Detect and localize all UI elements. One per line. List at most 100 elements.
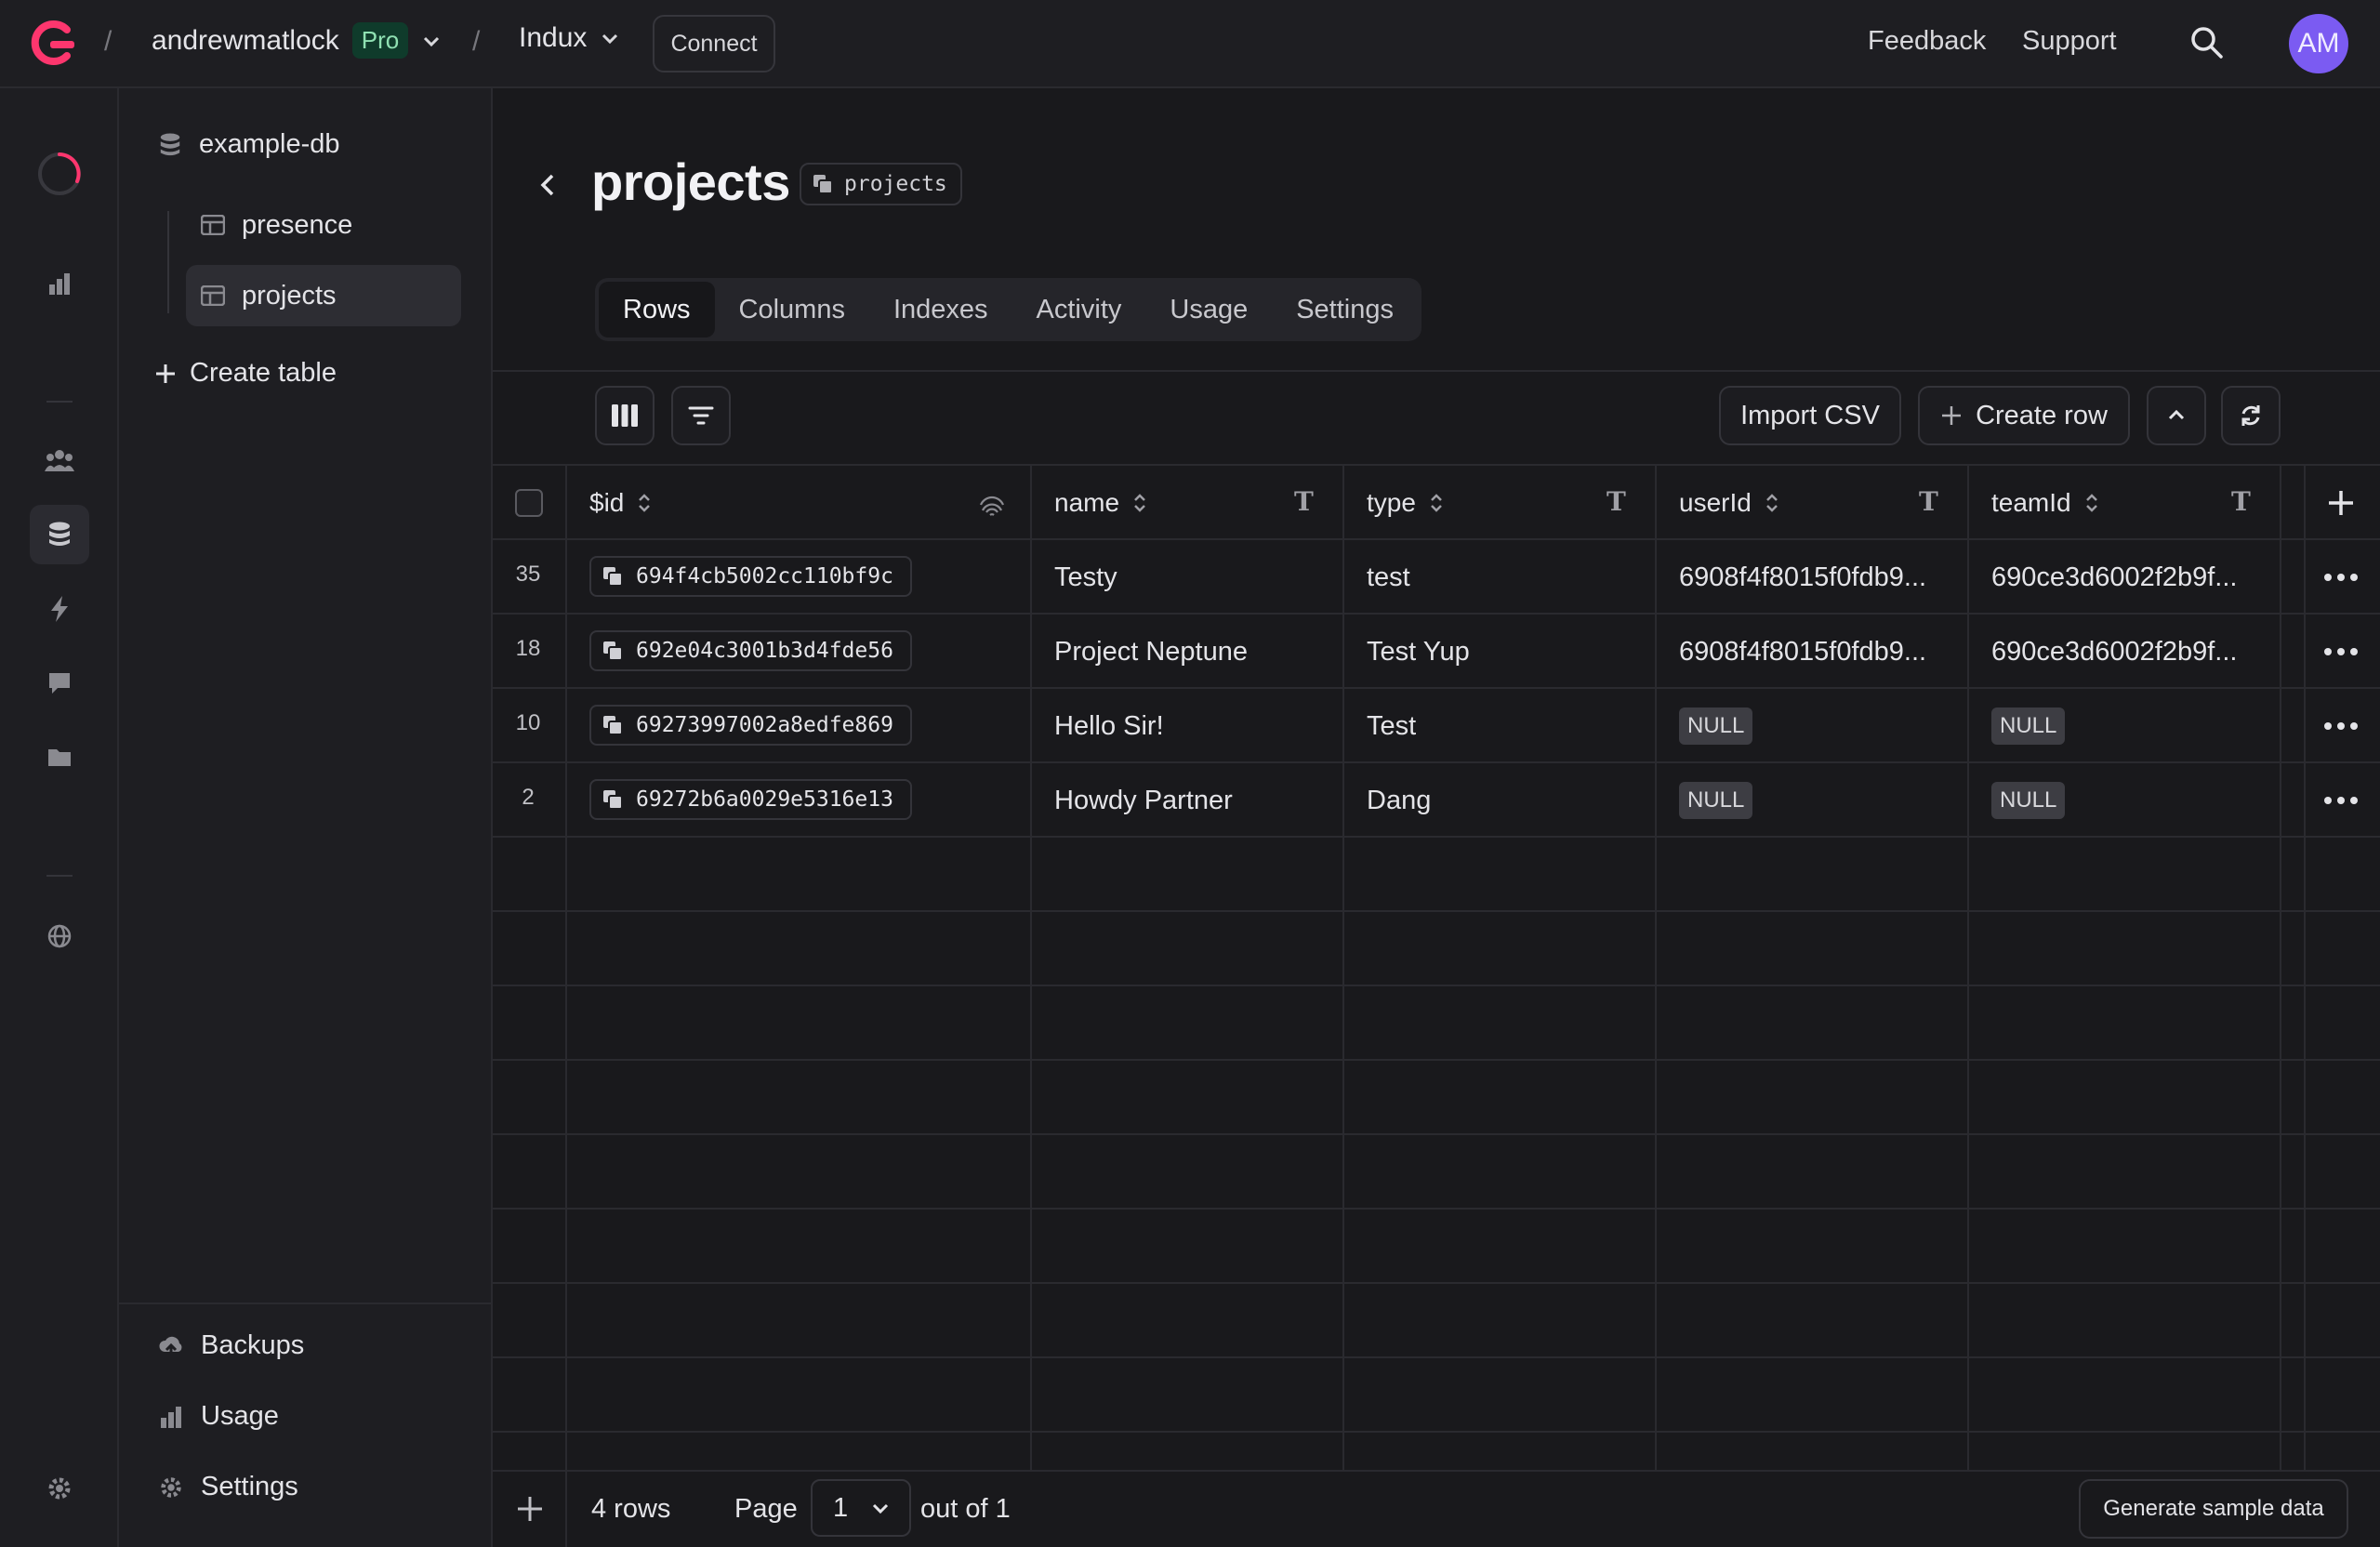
- row-id-pill[interactable]: 694f4cb5002cc110bf9c: [589, 556, 912, 597]
- cell-name[interactable]: Howdy Partner: [1054, 763, 1233, 838]
- cloud-upload-icon: [159, 1336, 182, 1358]
- null-badge[interactable]: NULL: [1991, 707, 2066, 745]
- tab-indexes[interactable]: Indexes: [869, 282, 1012, 337]
- generate-sample-data-button[interactable]: Generate sample data: [2079, 1479, 2348, 1539]
- text-type-icon: T: [1606, 486, 1626, 517]
- chart-icon: [161, 1406, 181, 1428]
- add-row-icon[interactable]: [515, 1494, 545, 1524]
- appwrite-logo-icon[interactable]: [26, 17, 78, 69]
- page-select[interactable]: 1: [811, 1479, 911, 1537]
- more-options-icon[interactable]: [2322, 573, 2360, 582]
- refresh-button[interactable]: [2221, 386, 2281, 445]
- column-header-label: name: [1054, 488, 1120, 517]
- column-header-id[interactable]: $id: [589, 466, 652, 540]
- connect-button[interactable]: Connect: [653, 15, 775, 73]
- tab-rows[interactable]: Rows: [599, 282, 715, 337]
- chevron-left-icon[interactable]: [534, 170, 563, 200]
- bolt-icon[interactable]: [30, 579, 89, 639]
- footer-divider: [565, 1472, 567, 1547]
- sort-icon[interactable]: [2084, 492, 2099, 514]
- tab-usage[interactable]: Usage: [1145, 282, 1272, 337]
- null-badge[interactable]: NULL: [1679, 782, 1753, 819]
- database-icon[interactable]: [30, 505, 89, 564]
- feedback-link[interactable]: Feedback: [1868, 26, 1986, 57]
- cell-userid[interactable]: 6908f4f8015f0fdb9...: [1679, 540, 1926, 615]
- page-title: projects: [591, 152, 790, 211]
- cell-name[interactable]: Project Neptune: [1054, 615, 1248, 689]
- column-header-name[interactable]: name: [1054, 466, 1147, 540]
- import-csv-button[interactable]: Import CSV: [1719, 386, 1901, 445]
- sidebar-item-usage[interactable]: Usage: [158, 1401, 279, 1432]
- project-switcher[interactable]: Indux: [519, 22, 620, 54]
- sort-icon[interactable]: [1132, 492, 1147, 514]
- plus-icon: [1942, 406, 1962, 425]
- create-row-button[interactable]: Create row: [1918, 386, 2130, 445]
- globe-icon[interactable]: [30, 906, 89, 966]
- null-badge[interactable]: NULL: [1679, 707, 1753, 745]
- sort-icon[interactable]: [1429, 492, 1444, 514]
- row-id: 69272b6a0029e5316e13: [636, 787, 893, 812]
- avatar[interactable]: AM: [2289, 14, 2348, 73]
- cell-type[interactable]: test: [1367, 540, 1410, 615]
- tab-columns[interactable]: Columns: [715, 282, 869, 337]
- tab-activity[interactable]: Activity: [1012, 282, 1146, 337]
- cell-userid[interactable]: 6908f4f8015f0fdb9...: [1679, 615, 1926, 689]
- icon-rail: [0, 88, 119, 1547]
- sidebar-item-projects[interactable]: projects: [186, 265, 461, 326]
- cell-name[interactable]: Testy: [1054, 540, 1117, 615]
- column-header-teamid[interactable]: teamId: [1991, 466, 2099, 540]
- tab-settings[interactable]: Settings: [1272, 282, 1418, 337]
- cell-teamid[interactable]: 690ce3d6002f2b9f...: [1991, 615, 2237, 689]
- copy-icon: [603, 641, 623, 661]
- sort-icon[interactable]: [637, 492, 652, 514]
- select-all-checkbox[interactable]: [515, 466, 543, 540]
- add-column-icon[interactable]: [2326, 488, 2356, 518]
- more-options-icon[interactable]: [2322, 796, 2360, 805]
- message-icon[interactable]: [30, 654, 89, 713]
- row-id-pill[interactable]: 69272b6a0029e5316e13: [589, 779, 912, 820]
- org-name: andrewmatlock: [152, 24, 339, 56]
- row-divider: [493, 1133, 2380, 1135]
- support-link[interactable]: Support: [2022, 26, 2117, 57]
- cell-teamid[interactable]: 690ce3d6002f2b9f...: [1991, 540, 2237, 615]
- text-type-icon: T: [2231, 486, 2251, 517]
- column-header-type[interactable]: type: [1367, 466, 1444, 540]
- row-id-pill[interactable]: 69273997002a8edfe869: [589, 705, 912, 746]
- column-divider: [1030, 466, 1032, 1470]
- sidebar-item-label: Settings: [201, 1472, 298, 1501]
- create-table-button[interactable]: Create table: [154, 358, 337, 389]
- cell-type[interactable]: Test Yup: [1367, 615, 1470, 689]
- columns-toggle-button[interactable]: [595, 386, 654, 445]
- more-options-icon[interactable]: [2322, 721, 2360, 731]
- page-value: 1: [833, 1492, 849, 1523]
- gear-icon[interactable]: [30, 1459, 89, 1518]
- database-name: example-db: [199, 129, 340, 159]
- copy-icon: [603, 716, 623, 735]
- column-header-userid[interactable]: userId: [1679, 466, 1779, 540]
- collapse-button[interactable]: [2147, 386, 2206, 445]
- sidebar-item-settings[interactable]: Settings: [158, 1472, 298, 1502]
- filter-button[interactable]: [671, 386, 731, 445]
- folder-icon[interactable]: [30, 728, 89, 787]
- null-badge[interactable]: NULL: [1991, 782, 2066, 819]
- chart-icon[interactable]: [30, 254, 89, 313]
- column-header-label: $id: [589, 488, 625, 517]
- cell-type[interactable]: Test: [1367, 689, 1416, 763]
- progress-ring-icon[interactable]: [30, 144, 89, 204]
- org-switcher[interactable]: andrewmatlock Pro: [152, 22, 442, 59]
- row-id-pill[interactable]: 692e04c3001b3d4fde56: [589, 630, 912, 671]
- users-icon[interactable]: [30, 430, 89, 490]
- copy-icon: [603, 790, 623, 810]
- sidebar-item-backups[interactable]: Backups: [158, 1330, 304, 1361]
- row-divider: [493, 761, 2380, 763]
- table-id-chip[interactable]: projects: [800, 163, 962, 205]
- cell-name[interactable]: Hello Sir!: [1054, 689, 1164, 763]
- sort-icon[interactable]: [1765, 492, 1779, 514]
- sidebar-item-presence[interactable]: presence: [186, 194, 461, 256]
- row-number: 18: [515, 636, 541, 661]
- cell-type[interactable]: Dang: [1367, 763, 1431, 838]
- database-item[interactable]: example-db: [158, 129, 340, 160]
- more-options-icon[interactable]: [2322, 647, 2360, 656]
- sidebar-item-label: Backups: [201, 1330, 305, 1360]
- search-icon[interactable]: [2188, 24, 2226, 61]
